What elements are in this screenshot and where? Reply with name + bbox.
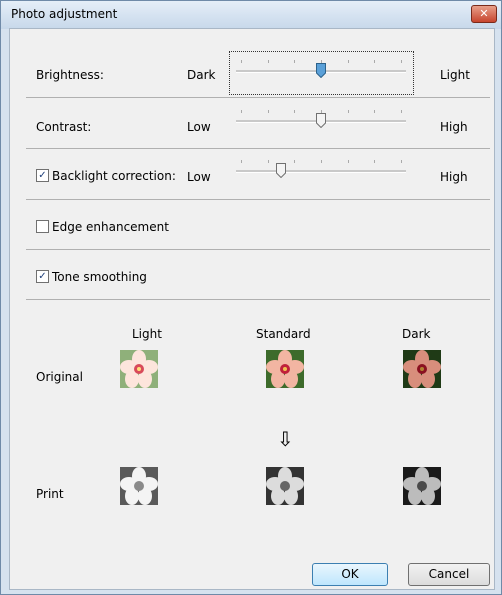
print-light-image — [120, 467, 158, 505]
slider-tick — [347, 60, 349, 63]
brightness-label: Brightness: — [36, 68, 104, 82]
slider-track — [236, 170, 406, 173]
contrast-label: Contrast: — [36, 120, 92, 134]
backlight-slider[interactable] — [236, 160, 406, 180]
edge-enhancement-label: Edge enhancement — [52, 220, 169, 234]
row-label-original: Original — [36, 370, 83, 384]
slider-tick — [294, 60, 296, 63]
slider-tick — [401, 160, 402, 163]
separator — [26, 97, 490, 98]
slider-thumb[interactable] — [316, 113, 326, 128]
original-dark-image — [403, 350, 441, 388]
ok-button[interactable]: OK — [312, 563, 388, 586]
slider-thumb[interactable] — [316, 63, 326, 78]
brightness-high-label: Light — [440, 68, 470, 82]
down-arrow-icon: ⇩ — [277, 427, 294, 451]
column-header-standard: Standard — [256, 327, 311, 341]
slider-tick — [294, 110, 296, 113]
contrast-high-label: High — [440, 120, 468, 134]
tone-smoothing-checkbox[interactable]: ✓ — [36, 270, 49, 283]
print-standard-image — [266, 467, 304, 505]
slider-tick — [374, 60, 376, 63]
slider-tick — [374, 110, 376, 113]
backlight-low-label: Low — [187, 170, 211, 184]
slider-tick — [347, 110, 349, 113]
window-title: Photo adjustment — [11, 7, 118, 21]
original-light-image — [120, 350, 158, 388]
brightness-slider[interactable] — [236, 60, 406, 80]
slider-tick — [267, 60, 269, 63]
close-button[interactable]: ✕ — [471, 5, 497, 23]
slider-tick — [241, 160, 242, 163]
column-header-light: Light — [132, 327, 162, 341]
separator — [26, 199, 490, 200]
original-standard-image — [266, 350, 304, 388]
print-dark-image — [403, 467, 441, 505]
backlight-checkbox[interactable]: ✓ — [36, 169, 49, 182]
separator — [26, 249, 490, 250]
slider-tick — [241, 60, 242, 63]
slider-tick — [321, 160, 322, 163]
slider-tick — [267, 160, 269, 163]
slider-tick — [401, 110, 402, 113]
backlight-label: Backlight correction: — [52, 169, 176, 183]
slider-tick — [294, 160, 296, 163]
row-label-print: Print — [36, 487, 64, 501]
slider-thumb[interactable] — [276, 163, 286, 178]
slider-tick — [374, 160, 376, 163]
separator — [26, 299, 490, 300]
slider-tick — [267, 110, 269, 113]
slider-tick — [347, 160, 349, 163]
title-bar: Photo adjustment ✕ — [1, 1, 501, 29]
column-header-dark: Dark — [402, 327, 431, 341]
separator — [26, 148, 490, 149]
backlight-high-label: High — [440, 170, 468, 184]
tone-smoothing-label: Tone smoothing — [52, 270, 147, 284]
contrast-low-label: Low — [187, 120, 211, 134]
slider-tick — [241, 110, 242, 113]
contrast-slider[interactable] — [236, 110, 406, 130]
slider-tick — [401, 60, 402, 63]
cancel-button[interactable]: Cancel — [408, 563, 490, 586]
edge-enhancement-checkbox[interactable] — [36, 220, 49, 233]
brightness-low-label: Dark — [187, 68, 216, 82]
